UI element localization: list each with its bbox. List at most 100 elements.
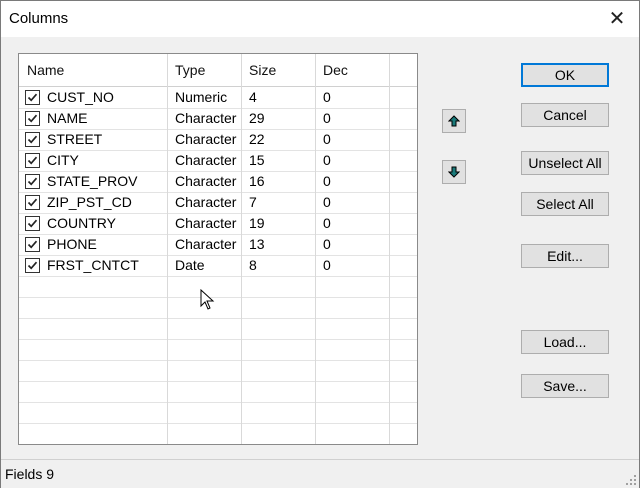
checkmark-icon [27,198,38,207]
column-checkbox[interactable] [25,258,40,273]
cell-name: STATE_PROV [47,173,138,189]
checkmark-icon [27,156,38,165]
window-title: Columns [9,10,69,27]
cell-type: Date [175,257,205,273]
column-divider [167,54,168,444]
column-divider [389,54,390,444]
cell-name: ZIP_PST_CD [47,194,132,210]
status-bar: Fields 9 [1,459,639,488]
column-checkbox[interactable] [25,216,40,231]
column-checkbox[interactable] [25,174,40,189]
empty-row[interactable] [19,339,417,360]
cell-name: FRST_CNTCT [47,257,139,273]
save-button[interactable]: Save... [521,374,609,398]
load-button[interactable]: Load... [521,330,609,354]
column-checkbox[interactable] [25,111,40,126]
cell-dec: 0 [323,215,331,231]
row-divider [19,444,417,445]
ok-button[interactable]: OK [521,63,609,87]
checkmark-icon [27,135,38,144]
header-size[interactable]: Size [241,54,315,86]
cell-type: Character [175,131,237,147]
cell-size: 16 [249,173,265,189]
cell-type: Character [175,194,237,210]
empty-row[interactable] [19,381,417,402]
cell-size: 29 [249,110,265,126]
column-divider [315,54,316,444]
column-checkbox[interactable] [25,195,40,210]
resize-grip-icon[interactable] [625,474,637,486]
cell-name: NAME [47,110,88,126]
unselect-all-button[interactable]: Unselect All [521,151,609,175]
columns-grid[interactable]: Name Type Size Dec CUST_NO Numeric 4 0 NAME C… [18,53,418,445]
empty-row[interactable] [19,360,417,381]
title-bar: Columns ✕ [1,1,639,37]
column-checkbox[interactable] [25,237,40,252]
cell-dec: 0 [323,194,331,210]
cell-size: 7 [249,194,257,210]
cell-dec: 0 [323,89,331,105]
cell-name: PHONE [47,236,97,252]
cell-size: 4 [249,89,257,105]
cell-size: 15 [249,152,265,168]
arrow-down-icon [448,166,460,178]
column-checkbox[interactable] [25,153,40,168]
fields-count: Fields 9 [5,466,55,482]
checkmark-icon [27,93,38,102]
cell-name: COUNTRY [47,215,116,231]
arrow-up-icon [448,115,460,127]
mouse-pointer-icon [200,289,215,310]
cell-type: Character [175,236,237,252]
cell-dec: 0 [323,236,331,252]
column-divider [241,54,242,444]
cell-dec: 0 [323,110,331,126]
table-row[interactable]: STREET Character 22 0 [19,129,417,150]
checkmark-icon [27,114,38,123]
cell-type: Numeric [175,89,228,105]
cell-size: 19 [249,215,265,231]
table-row[interactable]: FRST_CNTCT Date 8 0 [19,255,417,276]
edit-button[interactable]: Edit... [521,244,609,268]
table-row[interactable]: NAME Character 29 0 [19,108,417,129]
empty-row[interactable] [19,276,417,297]
empty-row[interactable] [19,297,417,318]
cancel-button[interactable]: Cancel [521,103,609,127]
header-name[interactable]: Name [19,54,167,86]
checkmark-icon [27,261,38,270]
table-row[interactable]: CUST_NO Numeric 4 0 [19,87,417,108]
cell-name: CITY [47,152,79,168]
checkmark-icon [27,240,38,249]
cell-dec: 0 [323,257,331,273]
table-row[interactable]: CITY Character 15 0 [19,150,417,171]
table-row[interactable]: COUNTRY Character 19 0 [19,213,417,234]
move-down-button[interactable] [442,160,466,184]
table-row[interactable]: PHONE Character 13 0 [19,234,417,255]
grid-header: Name Type Size Dec [19,54,417,86]
empty-row[interactable] [19,423,417,444]
cell-type: Character [175,173,237,189]
cell-type: Character [175,152,237,168]
cell-name: STREET [47,131,103,147]
cell-size: 8 [249,257,257,273]
checkmark-icon [27,177,38,186]
header-type[interactable]: Type [167,54,241,86]
cell-dec: 0 [323,173,331,189]
cell-dec: 0 [323,152,331,168]
checkmark-icon [27,219,38,228]
column-checkbox[interactable] [25,90,40,105]
cell-dec: 0 [323,131,331,147]
select-all-button[interactable]: Select All [521,192,609,216]
table-row[interactable]: STATE_PROV Character 16 0 [19,171,417,192]
move-up-button[interactable] [442,109,466,133]
cell-size: 13 [249,236,265,252]
empty-row[interactable] [19,318,417,339]
cell-type: Character [175,215,237,231]
table-row[interactable]: ZIP_PST_CD Character 7 0 [19,192,417,213]
header-dec[interactable]: Dec [315,54,389,86]
column-checkbox[interactable] [25,132,40,147]
empty-row[interactable] [19,402,417,423]
close-icon[interactable]: ✕ [605,7,629,31]
columns-dialog: Columns ✕ Name Type Size Dec CUST_NO Nume… [0,0,640,488]
cell-type: Character [175,110,237,126]
cell-name: CUST_NO [47,89,114,105]
